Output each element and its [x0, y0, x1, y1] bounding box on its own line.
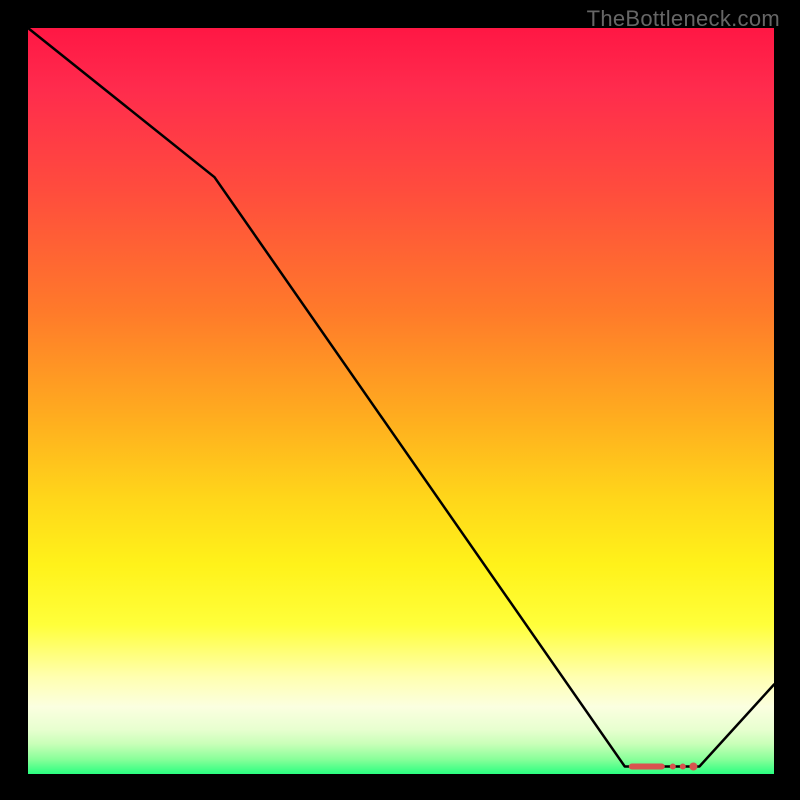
chart-line-group — [28, 28, 774, 767]
chart-container: TheBottleneck.com — [0, 0, 800, 800]
marker-dot — [689, 763, 697, 771]
marker-dot — [670, 764, 676, 770]
plot-area — [28, 28, 774, 774]
marker-dash — [629, 764, 665, 770]
chart-overlay — [28, 28, 774, 774]
chart-line — [28, 28, 774, 767]
marker-dot — [680, 764, 686, 770]
